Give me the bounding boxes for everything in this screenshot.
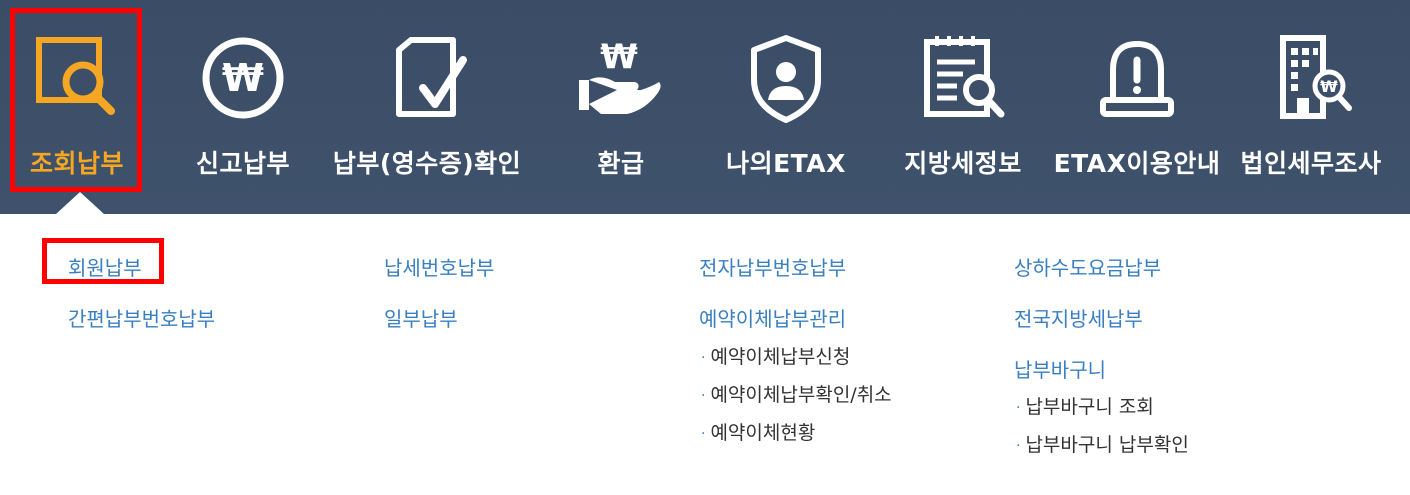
sub-link-scheduled-transfer-cancel[interactable]: · 예약이체납부확인/취소 (701, 380, 892, 407)
link-scheduled-transfer-management[interactable]: 예약이체납부관리 (699, 303, 846, 332)
building-won-icon: ₩ (1280, 35, 1352, 119)
nav-item-receipt-check[interactable]: 납부(영수증)확인 (322, 0, 532, 214)
nav-item-local-tax-info[interactable]: 지방세정보 (893, 0, 1033, 214)
link-electronic-payment-number[interactable]: 전자납부번호납부 (699, 252, 846, 281)
svg-text:₩: ₩ (600, 37, 638, 77)
link-tax-number-payment[interactable]: 납세번호납부 (384, 252, 494, 281)
submenu-pointer (56, 192, 104, 214)
bullet-icon: · (1016, 437, 1021, 454)
sub-link-scheduled-transfer-status[interactable]: · 예약이체현황 (701, 418, 815, 445)
sub-link-scheduled-transfer-apply[interactable]: · 예약이체납부신청 (701, 342, 850, 369)
svg-text:₩: ₩ (1320, 77, 1338, 96)
sub-link-basket-inquiry[interactable]: · 납부바구니 조회 (1016, 392, 1154, 419)
nav-label: 나의ETAX (726, 149, 846, 178)
svg-text:₩: ₩ (222, 56, 264, 100)
hand-won-icon: ₩ (579, 37, 661, 114)
link-partial-payment[interactable]: 일부납부 (384, 303, 458, 332)
alarm-icon (1100, 40, 1174, 117)
link-national-local-tax-payment[interactable]: 전국지방세납부 (1014, 303, 1143, 332)
won-circle-icon: ₩ (202, 37, 284, 119)
bullet-icon: · (701, 349, 706, 366)
nav-label: 법인세무조사 (1240, 149, 1382, 178)
active-item-highlight (10, 8, 142, 192)
link-member-payment[interactable]: 회원납부 (68, 252, 142, 281)
document-search-icon (924, 36, 1005, 118)
nav-label: 지방세정보 (904, 149, 1022, 178)
user-shield-icon (751, 35, 821, 123)
bullet-icon: · (701, 425, 706, 442)
bullet-icon: · (701, 387, 706, 404)
nav-item-etax-guide[interactable]: ETAX이용안내 (1052, 0, 1222, 214)
nav-label: ETAX이용안내 (1053, 149, 1221, 178)
link-payment-basket[interactable]: 납부바구니 (1014, 354, 1106, 383)
top-navigation-bar: 조회납부 ₩ 신고납부 납부(영수증)확인 ₩ 환급 나의ETAX 지방세정보 … (0, 0, 1410, 214)
nav-label: 납부(영수증)확인 (332, 149, 522, 178)
nav-item-corporate-tax-audit[interactable]: ₩ 법인세무조사 (1236, 0, 1386, 214)
nav-item-refund[interactable]: ₩ 환급 (556, 0, 686, 214)
document-check-icon (396, 37, 467, 117)
nav-item-my-etax[interactable]: 나의ETAX (716, 0, 856, 214)
bullet-icon: · (1016, 399, 1021, 416)
nav-label: 환급 (597, 149, 645, 178)
sub-link-basket-payment-check[interactable]: · 납부바구니 납부확인 (1016, 430, 1189, 457)
nav-label: 신고납부 (195, 149, 290, 178)
link-water-sewage-payment[interactable]: 상하수도요금납부 (1014, 252, 1161, 281)
nav-item-report-payment[interactable]: ₩ 신고납부 (178, 0, 308, 214)
dropdown-submenu: 회원납부 간편납부번호납부 납세번호납부 일부납부 전자납부번호납부 예약이체납… (0, 214, 1410, 495)
link-simple-payment-number[interactable]: 간편납부번호납부 (68, 303, 215, 332)
